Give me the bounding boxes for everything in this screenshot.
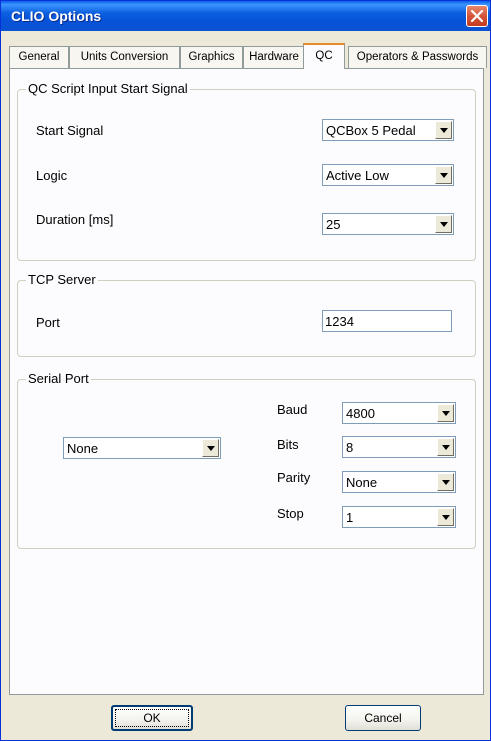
dropdown-button[interactable] <box>437 473 454 491</box>
title-bar[interactable]: CLIO Options <box>1 1 490 31</box>
port-input[interactable] <box>322 310 452 332</box>
tab-graphics[interactable]: Graphics <box>180 46 243 68</box>
baud-select[interactable]: 4800 <box>342 402 456 424</box>
start-signal-label: Start Signal <box>36 123 104 138</box>
tab-label: General <box>18 51 60 63</box>
duration-select[interactable]: 25 <box>322 213 454 235</box>
select-value: 8 <box>346 440 354 455</box>
select-value: None <box>67 441 99 456</box>
group-title: QC Script Input Start Signal <box>26 81 190 97</box>
select-value: None <box>346 475 378 490</box>
qc-tab-page: QC Script Input Start Signal Start Signa… <box>9 68 484 695</box>
dropdown-button[interactable] <box>435 121 452 139</box>
bits-select[interactable]: 8 <box>342 436 456 458</box>
tab-units-conversion[interactable]: Units Conversion <box>69 46 180 68</box>
parity-label: Parity <box>277 470 311 485</box>
dropdown-button[interactable] <box>437 508 454 526</box>
dropdown-button[interactable] <box>202 439 219 457</box>
serial-port-select[interactable]: None <box>63 437 221 459</box>
chevron-down-icon <box>206 445 215 451</box>
tab-label: Units Conversion <box>80 51 169 63</box>
duration-label: Duration [ms] <box>36 212 114 227</box>
chevron-down-icon <box>439 221 448 227</box>
tab-label: Hardware <box>249 51 299 63</box>
start-signal-select[interactable]: QCBox 5 Pedal <box>322 119 454 141</box>
dropdown-button[interactable] <box>435 215 452 233</box>
port-label: Port <box>36 315 60 330</box>
chevron-down-icon <box>441 514 450 520</box>
tab-label: Graphics <box>188 51 235 63</box>
tab-hardware[interactable]: Hardware <box>243 46 305 68</box>
chevron-down-icon <box>439 172 448 178</box>
cancel-button[interactable]: Cancel <box>345 705 421 731</box>
tab-qc[interactable]: QC <box>303 43 345 69</box>
ok-button[interactable]: OK <box>111 705 193 731</box>
qc-script-group: QC Script Input Start Signal Start Signa… <box>17 81 476 261</box>
tab-operators-passwords[interactable]: Operators & Passwords <box>348 46 487 68</box>
dropdown-button[interactable] <box>437 404 454 422</box>
tab-general[interactable]: General <box>9 46 69 68</box>
chevron-down-icon <box>439 127 448 133</box>
baud-label: Baud <box>277 402 308 417</box>
bits-label: Bits <box>277 437 299 452</box>
chevron-down-icon <box>441 410 450 416</box>
tcp-server-group: TCP Server Port <box>17 272 476 357</box>
window-title: CLIO Options <box>11 8 102 24</box>
port-field[interactable] <box>323 311 451 331</box>
focus-rect <box>115 709 189 727</box>
options-window: CLIO Options General Units Conversion Gr… <box>0 0 491 741</box>
serial-port-group: Serial Port None Baud 4800 Bits 8 Parity… <box>17 371 476 549</box>
close-icon <box>471 10 483 22</box>
group-title: Serial Port <box>26 371 91 387</box>
stop-select[interactable]: 1 <box>342 506 456 528</box>
select-value: Active Low <box>326 168 389 183</box>
logic-select[interactable]: Active Low <box>322 164 454 186</box>
select-value: 4800 <box>346 406 375 421</box>
stop-label: Stop <box>277 506 304 521</box>
tab-label: Operators & Passwords <box>356 51 479 63</box>
parity-select[interactable]: None <box>342 471 456 493</box>
select-value: QCBox 5 Pedal <box>326 123 416 138</box>
select-value: 25 <box>326 217 341 232</box>
cancel-label: Cancel <box>364 711 402 725</box>
logic-label: Logic <box>36 168 68 183</box>
group-title: TCP Server <box>26 272 98 288</box>
chevron-down-icon <box>441 479 450 485</box>
chevron-down-icon <box>441 444 450 450</box>
close-button[interactable] <box>466 5 488 27</box>
dropdown-button[interactable] <box>437 438 454 456</box>
dropdown-button[interactable] <box>435 166 452 184</box>
tab-label: QC <box>315 50 333 62</box>
select-value: 1 <box>346 510 354 525</box>
